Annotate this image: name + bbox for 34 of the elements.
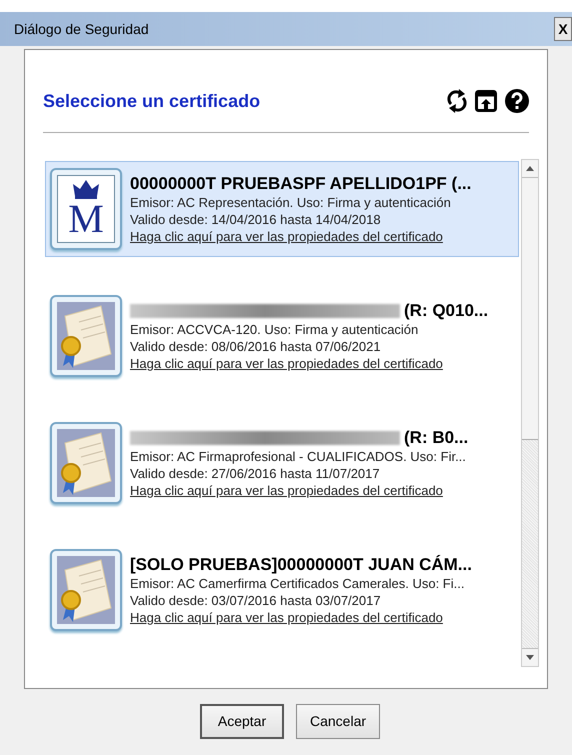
certificate-properties-link[interactable]: Haga clic aquí para ver las propiedades del certificado [130, 482, 468, 499]
certificate-name: 00000000T PRUEBASPF APELLIDO1PF (... [130, 173, 472, 194]
certificate-icon [50, 295, 122, 377]
certificate-validity: Valido desde: 27/06/2016 hasta 11/07/2017 [130, 465, 381, 482]
dialog-button[interactable]: Cancelar [296, 704, 380, 739]
certificate-item[interactable]: M 00000000T PRUEBASPF APELLIDO1PF (... Emisor: AC Representación. Uso: Firma y autenticación Valido desde: 14/04/2016 hasta 14/04/2018 Haga clic aquí para ver las propiedades del certificado [45, 161, 519, 257]
certificate-properties-link[interactable]: Haga clic aquí para ver las propiedades del certificado [130, 609, 472, 626]
scrollbar[interactable] [521, 159, 539, 667]
dialog-heading: Seleccione un certificado [43, 90, 260, 112]
crown-icon [71, 178, 101, 200]
certificate-name: (R: Q010... [404, 300, 488, 321]
export-icon[interactable] [475, 90, 497, 112]
certificate-issuer: Emisor: AC Camerfirma Certificados Camerales. Uso: Fi... [130, 575, 466, 592]
emblem-letter: M [68, 200, 104, 238]
certificate-icon [50, 549, 122, 631]
certificate-properties-link[interactable]: Haga clic aquí para ver las propiedades del certificado [130, 228, 472, 245]
scroll-thumb[interactable] [522, 178, 538, 440]
help-icon[interactable] [505, 89, 529, 113]
scroll-down-icon[interactable] [522, 648, 538, 666]
certificate-properties-link[interactable]: Haga clic aquí para ver las propiedades del certificado [130, 355, 488, 372]
close-button[interactable]: X [554, 17, 572, 41]
certificate-validity: Valido desde: 03/07/2016 hasta 03/07/2017 [130, 592, 382, 609]
certificate-issuer: Emisor: AC Firmaprofesional - CUALIFICADOS. Uso: Fir... [130, 448, 467, 465]
certificate-issuer: Emisor: AC Representación. Uso: Firma y autenticación [130, 194, 452, 211]
scroll-up-icon[interactable] [522, 160, 538, 178]
certificate-validity: Valido desde: 08/06/2016 hasta 07/06/2021 [130, 338, 382, 355]
certificate-validity: Valido desde: 14/04/2016 hasta 14/04/2018 [130, 211, 382, 228]
certificate-name: (R: B0... [404, 427, 468, 448]
certificate-icon [50, 422, 122, 504]
certificate-issuer: Emisor: ACCVCA-120. Uso: Firma y autenticación [130, 321, 420, 338]
window-title: Diálogo de Seguridad [14, 20, 149, 39]
refresh-icon[interactable] [447, 88, 467, 114]
certificate-name: [SOLO PRUEBAS]00000000T JUAN CÁM... [130, 554, 472, 575]
dialog-button[interactable]: Aceptar [200, 704, 284, 739]
